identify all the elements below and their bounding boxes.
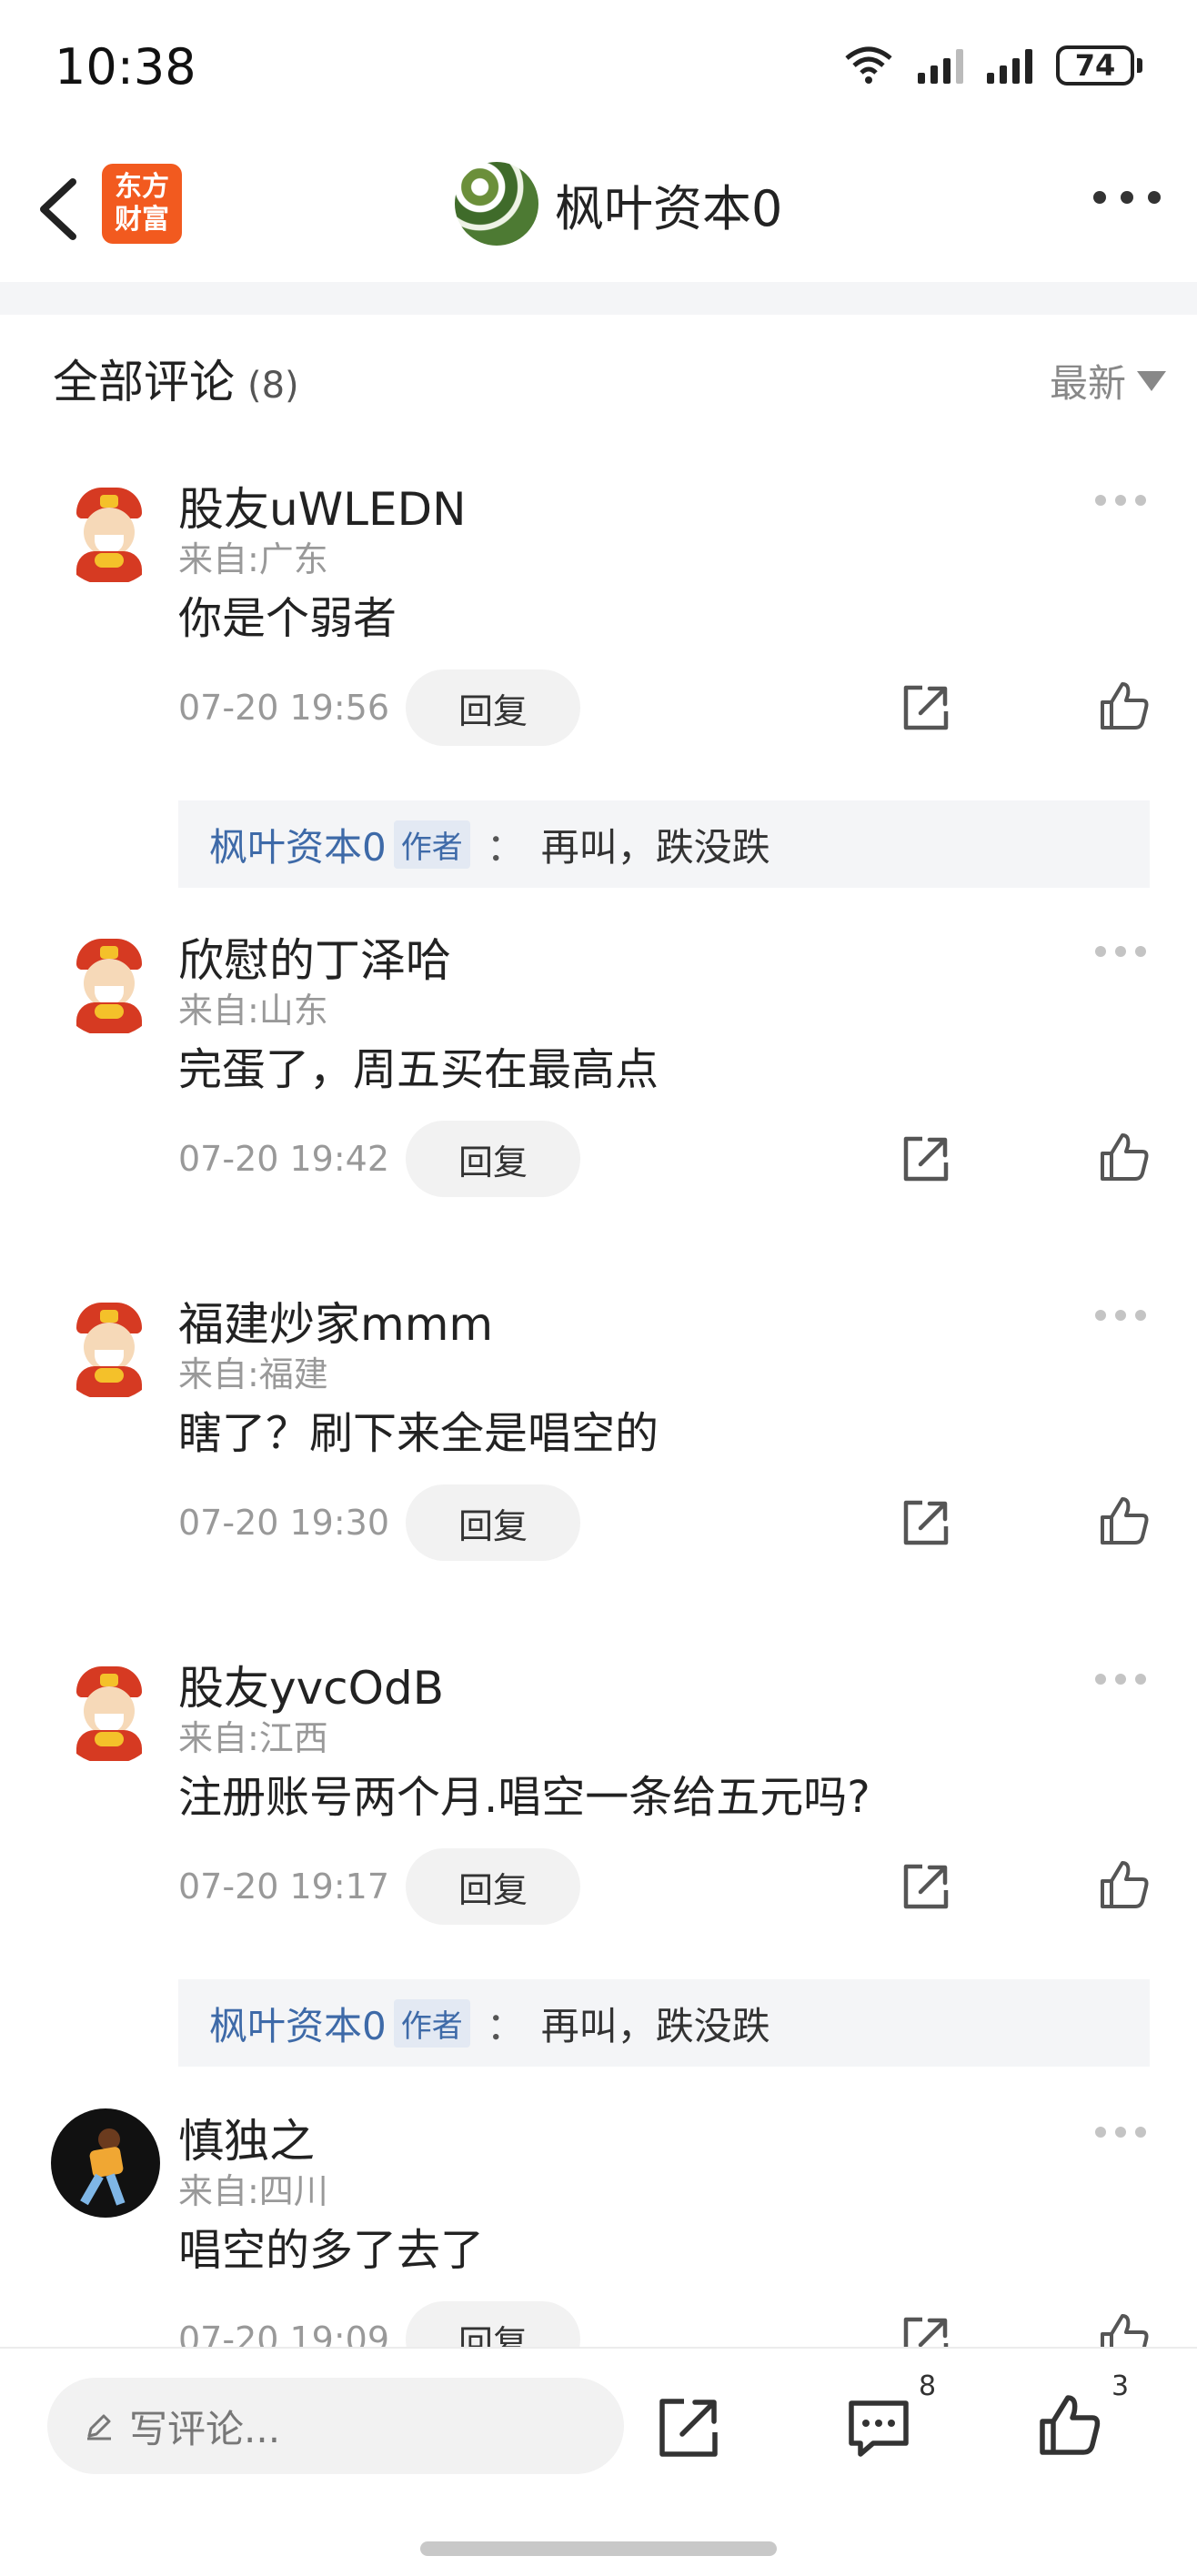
comment-author[interactable]: 股友uWLEDN [178, 473, 466, 538]
more-icon[interactable] [1095, 1674, 1146, 1685]
comment-location: 来自:广东 [178, 539, 328, 579]
author-reply-text: 再叫，跌没跌 [540, 824, 770, 870]
comment-author[interactable]: 欣慰的丁泽哈 [178, 924, 451, 990]
comment-text: 完蛋了，周五买在最高点 [178, 1044, 659, 1095]
comment-text: 唱空的多了去了 [178, 2225, 485, 2276]
section-header: 全部评论 (8) [53, 346, 299, 411]
comment-location: 来自:江西 [178, 1718, 328, 1758]
battery-icon: 74 [1056, 45, 1142, 86]
share-icon[interactable] [900, 682, 951, 733]
author-reply[interactable]: 枫叶资本0 作者 ： 再叫，跌没跌 [178, 800, 1150, 888]
sort-dropdown[interactable]: 最新 [1050, 353, 1166, 408]
more-icon[interactable] [1095, 2127, 1146, 2138]
author-tag: 作者 [393, 820, 470, 869]
battery-level: 74 [1056, 45, 1134, 86]
comment-time: 07-20 19:17 [178, 1867, 390, 1907]
author-reply[interactable]: 枫叶资本0 作者 ： 再叫，跌没跌 [178, 1979, 1150, 2067]
page-title: 枫叶资本0 [555, 179, 783, 237]
avatar[interactable] [51, 2108, 160, 2218]
author-tag: 作者 [393, 1998, 470, 2048]
reply-button[interactable]: 回复 [406, 669, 580, 746]
like-icon[interactable] [1037, 2392, 1102, 2458]
comment-count: (8) [247, 365, 299, 407]
more-icon[interactable] [1095, 495, 1146, 506]
comment-text: 瞎了？刷下来全是唱空的 [178, 1408, 659, 1459]
wifi-icon [845, 46, 892, 84]
comment-input-placeholder: 写评论... [129, 2406, 281, 2451]
status-bar: 10:38 74 [0, 0, 1197, 136]
comment-text: 你是个弱者 [178, 593, 397, 644]
avatar[interactable] [55, 477, 164, 586]
signal-icon [918, 47, 963, 84]
back-arrow-icon[interactable] [27, 168, 91, 250]
comment-location: 来自:福建 [178, 1354, 328, 1394]
more-icon[interactable] [1095, 946, 1146, 957]
signal-icon-2 [987, 47, 1032, 84]
reply-colon: ： [486, 2003, 525, 2048]
avatar[interactable] [55, 928, 164, 1037]
comment-input[interactable]: 写评论... [47, 2378, 624, 2474]
avatar[interactable] [455, 162, 538, 246]
header: 东方 财富 枫叶资本0 [0, 136, 1197, 282]
comment-time: 07-20 19:56 [178, 688, 390, 728]
author-name[interactable]: 枫叶资本0 [209, 817, 387, 872]
status-icons: 74 [843, 45, 1142, 86]
reply-button[interactable]: 回复 [406, 1484, 580, 1561]
avatar[interactable] [55, 1292, 164, 1401]
comment-time: 07-20 19:42 [178, 1139, 390, 1179]
reply-button[interactable]: 回复 [406, 1121, 580, 1197]
brand-logo-text-1: 东方 [115, 171, 169, 203]
comment-time: 07-20 19:30 [178, 1503, 390, 1543]
like-icon[interactable] [1097, 1857, 1152, 1912]
reply-colon: ： [486, 824, 525, 870]
more-icon[interactable] [1095, 1310, 1146, 1321]
comment-author[interactable]: 股友yvcOdB [178, 1652, 444, 1717]
reply-button[interactable]: 回复 [406, 1848, 580, 1925]
author-reply-text: 再叫，跌没跌 [540, 2003, 770, 2048]
share-icon[interactable] [900, 1497, 951, 1548]
comment-author[interactable]: 慎独之 [178, 2105, 315, 2170]
share-icon[interactable] [657, 2396, 720, 2460]
like-count-badge: 3 [1112, 2370, 1130, 2402]
brand-logo-text-2: 财富 [115, 204, 169, 236]
divider [0, 282, 1197, 315]
avatar[interactable] [55, 1655, 164, 1765]
like-icon[interactable] [1097, 1130, 1152, 1184]
comment-text: 注册账号两个月.唱空一条给五元吗? [178, 1772, 870, 1823]
section-title: 全部评论 [53, 356, 235, 408]
comment-location: 来自:四川 [178, 2171, 328, 2211]
pencil-icon [87, 2414, 111, 2440]
chevron-down-icon [1137, 370, 1166, 391]
like-icon[interactable] [1097, 679, 1152, 733]
more-icon[interactable] [1093, 191, 1161, 204]
like-icon[interactable] [1097, 1494, 1152, 1548]
brand-logo[interactable]: 东方 财富 [102, 164, 182, 244]
author-name[interactable]: 枫叶资本0 [209, 1996, 387, 2051]
share-icon[interactable] [900, 1133, 951, 1184]
status-time: 10:38 [55, 38, 196, 96]
header-profile[interactable]: 枫叶资本0 [455, 162, 782, 246]
comment-author[interactable]: 福建炒家mmm [178, 1288, 493, 1353]
comment-location: 来自:山东 [178, 991, 328, 1031]
comment-icon[interactable] [846, 2396, 911, 2460]
share-icon[interactable] [900, 1861, 951, 1912]
home-indicator[interactable] [420, 2541, 777, 2556]
bottom-bar: 写评论... 8 3 [0, 2347, 1197, 2576]
sort-label: 最新 [1049, 361, 1126, 406]
comment-count-badge: 8 [919, 2370, 937, 2402]
